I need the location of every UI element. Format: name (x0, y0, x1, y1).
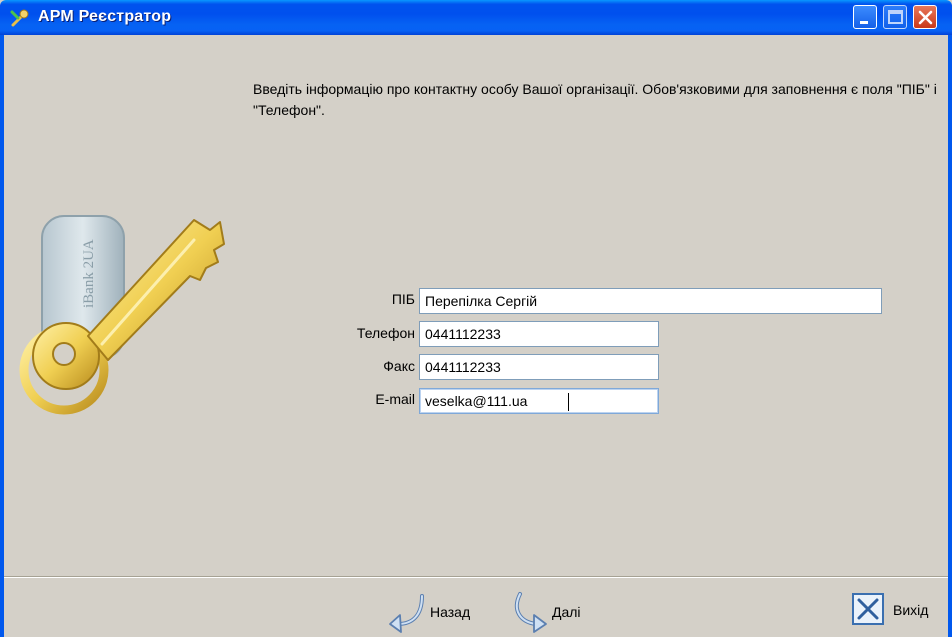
minimize-button[interactable] (853, 5, 877, 29)
title-bar[interactable]: АРМ Реєстратор (0, 0, 952, 35)
instructions-text: Введіть інформацію про контактну особу В… (253, 81, 937, 118)
key-illustration: iBank 2UA (19, 215, 225, 415)
ibank-tag-label: iBank 2UA (81, 239, 97, 308)
window-title: АРМ Реєстратор (38, 8, 172, 25)
exit-button[interactable]: Вихід (851, 592, 928, 628)
fax-label: Факс (383, 358, 415, 374)
back-button[interactable]: Назад (386, 590, 470, 634)
window-border-right (948, 35, 952, 637)
phone-label: Телефон (356, 325, 415, 341)
email-input[interactable] (419, 388, 659, 414)
window-border-left (0, 35, 4, 637)
maximize-button[interactable] (883, 5, 907, 29)
app-key-icon (10, 9, 29, 27)
close-button[interactable] (913, 5, 937, 29)
exit-x-icon (852, 593, 884, 625)
next-button-label: Далі (552, 604, 581, 620)
back-button-label: Назад (430, 604, 471, 620)
close-icon (918, 10, 933, 25)
text-caret (568, 393, 569, 411)
maximize-icon (888, 10, 903, 24)
exit-button-label: Вихід (893, 602, 929, 618)
back-arrow-icon (389, 594, 424, 633)
fax-input[interactable] (419, 354, 659, 380)
email-label: E-mail (375, 391, 415, 407)
application-window: АРМ Реєстратор Введіть інформацію про ко… (0, 0, 952, 637)
pib-label: ПІБ (391, 291, 415, 307)
phone-input[interactable] (419, 321, 659, 347)
footer-bar (4, 578, 948, 637)
minimize-icon (860, 21, 868, 24)
next-button[interactable]: Далі (508, 590, 581, 634)
pib-input[interactable] (419, 288, 882, 314)
forward-arrow-icon (514, 592, 547, 633)
